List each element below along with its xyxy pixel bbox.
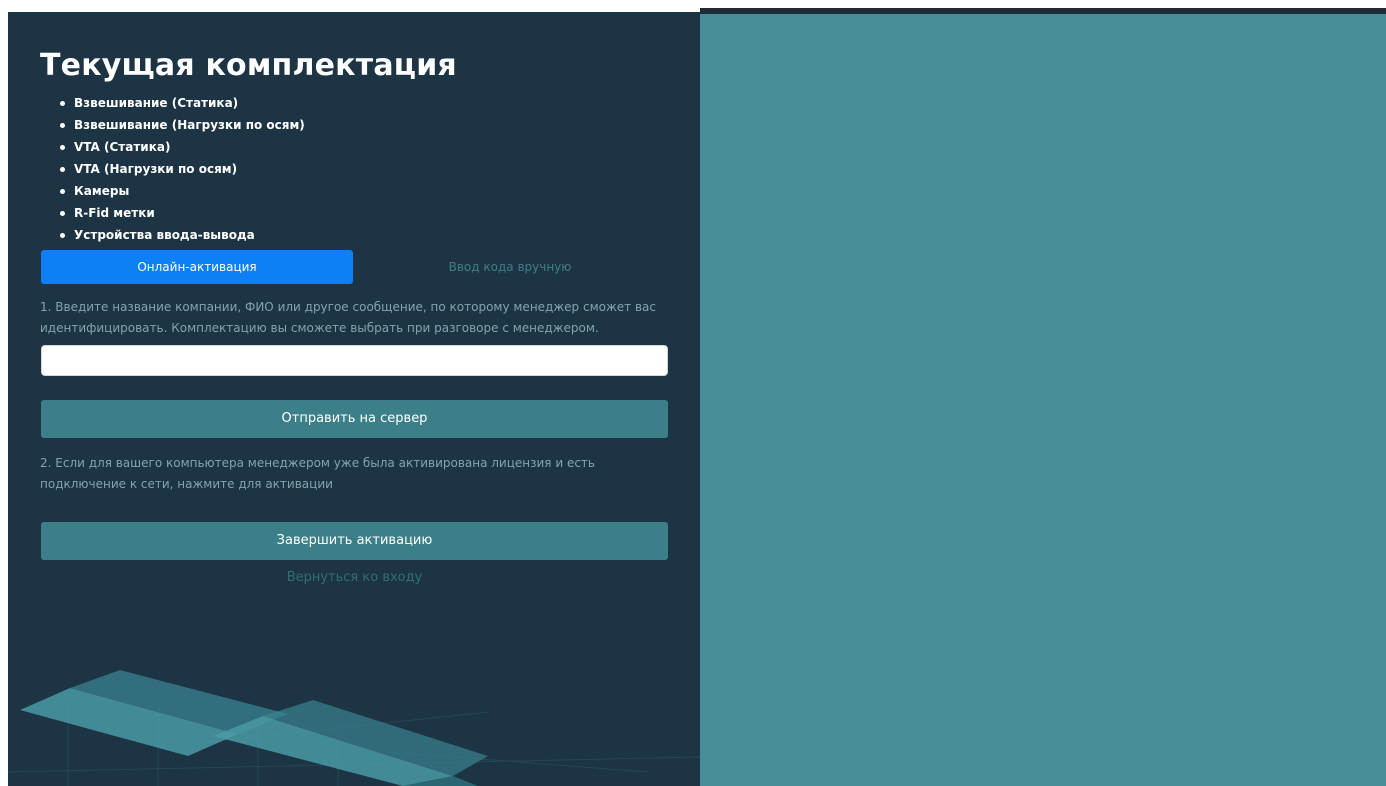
feature-list: Взвешивание (Статика) Взвешивание (Нагру… <box>60 92 305 246</box>
back-to-login-link[interactable]: Вернуться ко входу <box>41 570 668 585</box>
tab-online-activation[interactable]: Онлайн-активация <box>41 250 353 284</box>
feature-item: VTA (Статика) <box>60 136 305 158</box>
feature-item: VTA (Нагрузки по осям) <box>60 158 305 180</box>
feature-item: Взвешивание (Нагрузки по осям) <box>60 114 305 136</box>
feature-item: Взвешивание (Статика) <box>60 92 305 114</box>
step1-instructions: 1. Введите название компании, ФИО или др… <box>40 300 656 335</box>
decorative-side-panel <box>700 14 1386 786</box>
tab-manual-code[interactable]: Ввод кода вручную <box>354 250 666 284</box>
feature-item: R-Fid метки <box>60 202 305 224</box>
feature-item: Устройства ввода-вывода <box>60 224 305 246</box>
feature-item: Камеры <box>60 180 305 202</box>
send-to-server-button[interactable]: Отправить на сервер <box>41 400 668 438</box>
page-title: Текущая комплектация <box>40 48 457 83</box>
finish-activation-button[interactable]: Завершить активацию <box>41 522 668 560</box>
activation-panel: Текущая комплектация Взвешивание (Статик… <box>8 12 700 786</box>
company-input[interactable] <box>41 345 668 376</box>
activation-window: Текущая комплектация Взвешивание (Статик… <box>0 0 1386 786</box>
decorative-background-graphic <box>8 670 700 786</box>
step2-instructions: 2. Если для вашего компьютера менеджером… <box>40 456 595 491</box>
